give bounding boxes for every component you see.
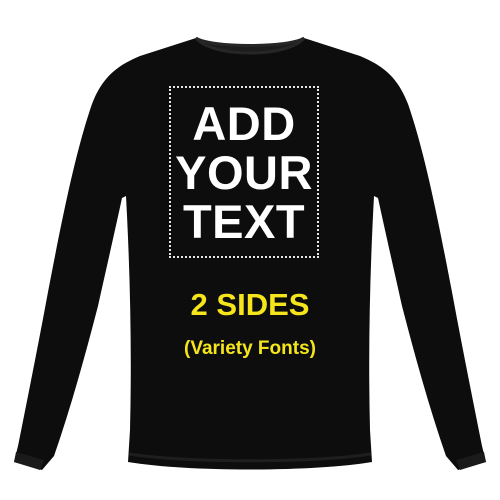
fonts-label: (Variety Fonts) xyxy=(184,338,316,359)
custom-text-print-area: ADD YOUR TEXT xyxy=(169,86,319,258)
product-image: ADD YOUR TEXT 2 SIDES (Variety Fonts) xyxy=(0,0,500,500)
print-line-2: YOUR xyxy=(175,145,313,199)
print-line-3: TEXT xyxy=(182,194,306,248)
print-line-1: ADD xyxy=(192,96,296,150)
sides-label: 2 SIDES xyxy=(190,287,310,322)
